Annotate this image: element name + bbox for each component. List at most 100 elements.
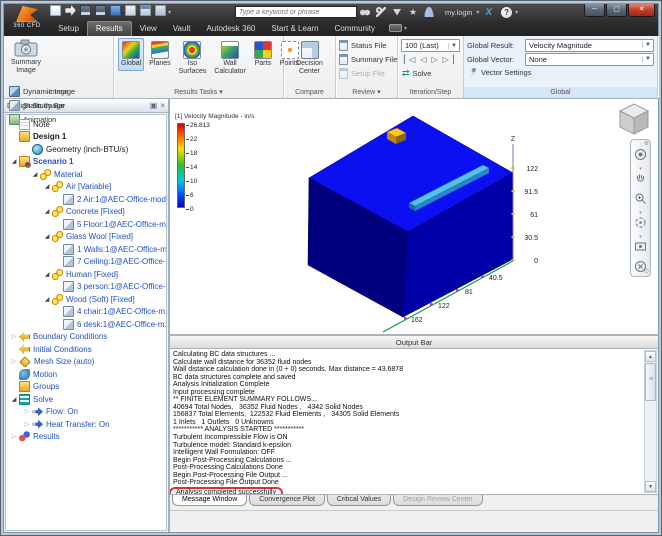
tree-item-design-1[interactable]: Design 1: [6, 131, 166, 144]
view-cube[interactable]: [617, 101, 651, 142]
open-icon[interactable]: [65, 5, 76, 16]
application-menu-button[interactable]: 360 CFD: [7, 6, 47, 34]
tree-item-mesh-size-auto[interactable]: ▷ Mesh Size (auto): [6, 356, 166, 369]
tree-item-6-desk-1-aec-office-m[interactable]: 6 desk:1@AEC-Office-m...: [6, 318, 166, 331]
collapse-arrow-icon[interactable]: ◢: [42, 208, 52, 215]
customize-icon[interactable]: [155, 5, 166, 16]
menu-overflow-arrow-icon[interactable]: ▾: [404, 25, 407, 32]
social-media-icon[interactable]: [388, 24, 402, 32]
tree-item-human-fixed[interactable]: ◢ Human [Fixed]: [6, 268, 166, 281]
tree-item-groups[interactable]: Groups: [6, 381, 166, 394]
tree-item-motion[interactable]: Motion: [6, 368, 166, 381]
tree-item-initial-conditions[interactable]: Initial Conditions: [6, 343, 166, 356]
expand-arrow-icon[interactable]: ▷: [22, 408, 32, 415]
qat-overflow-arrow-icon[interactable]: ▾: [168, 9, 171, 16]
review-group-label[interactable]: Review ▾: [336, 87, 397, 98]
float-panel-icon[interactable]: ▣: [150, 101, 158, 110]
viewport-3d[interactable]: Z 122 91.5 61 30.5 0 40.5 81 122 162 [1]…: [170, 99, 658, 335]
menu-tab-view[interactable]: View: [132, 22, 165, 36]
tree-item-geometry-inch-btu-s[interactable]: Geometry (inch-BTU/s): [6, 143, 166, 156]
exchange-apps-icon[interactable]: X: [485, 7, 492, 18]
tree-item-7-ceiling-1-aec-office[interactable]: 7 Ceiling:1@AEC-Office-...: [6, 256, 166, 269]
step-last-button[interactable]: ▷▕: [443, 55, 454, 64]
output-window[interactable]: Calculating BC data structures ... Calcul…: [170, 349, 658, 495]
output-scrollbar[interactable]: ▲ ▼: [644, 350, 657, 493]
menu-tab-start-learn[interactable]: Start & Learn: [263, 22, 326, 36]
binoculars-icon[interactable]: [360, 7, 371, 17]
vector-settings-button[interactable]: Vector Settings: [467, 66, 654, 79]
collapse-arrow-icon[interactable]: ◢: [42, 271, 52, 278]
close-button[interactable]: ✕: [628, 4, 655, 17]
redo-menu-icon[interactable]: [125, 5, 136, 16]
collapse-arrow-icon[interactable]: ◢: [9, 158, 19, 165]
zoom-dropdown-icon[interactable]: ▾: [639, 211, 642, 216]
zoom-icon[interactable]: [634, 192, 647, 210]
collapse-arrow-icon[interactable]: ◢: [42, 183, 52, 190]
save-as-icon[interactable]: [95, 5, 106, 16]
scrollbar-thumb[interactable]: [645, 363, 656, 401]
pan-icon[interactable]: [634, 172, 647, 190]
menu-tab-results[interactable]: Results: [86, 21, 132, 36]
menu-tab-setup[interactable]: Setup: [50, 22, 87, 36]
tree-item-wood-soft-fixed[interactable]: ◢ Wood (Soft) [Fixed]: [6, 293, 166, 306]
undo-menu-icon[interactable]: [110, 5, 121, 16]
expand-arrow-icon[interactable]: ▷: [9, 433, 19, 440]
step-first-button[interactable]: ▏◁: [404, 55, 415, 64]
navigation-wheel-icon[interactable]: [634, 148, 647, 166]
iteration-select[interactable]: 100 (Last) ▼: [401, 39, 460, 52]
summary-image-button[interactable]: Summary Image: [7, 38, 45, 84]
tab-message-window[interactable]: Message Window: [172, 495, 248, 506]
global-button[interactable]: Global: [118, 38, 145, 71]
maximize-button[interactable]: ▢: [606, 4, 627, 17]
expand-arrow-icon[interactable]: ▷: [9, 333, 19, 340]
new-file-icon[interactable]: [50, 5, 61, 16]
collapse-arrow-icon[interactable]: ◢: [30, 171, 40, 178]
tree-item-2-air-1-aec-office-mod[interactable]: 2 Air:1@AEC-Office-mod...: [6, 193, 166, 206]
iso-surfaces-button[interactable]: Iso Surfaces: [176, 38, 210, 79]
menu-tab-autodesk-360[interactable]: Autodesk 360: [198, 22, 263, 36]
parts-button[interactable]: Parts: [251, 38, 275, 71]
output-bar-header[interactable]: Output Bar: [170, 335, 658, 349]
minimize-button[interactable]: ─: [584, 4, 605, 17]
summary-file-button[interactable]: Summary File: [339, 52, 397, 66]
tree-item-1-walls-1-aec-office-m[interactable]: 1 Walls:1@AEC-Office-m...: [6, 243, 166, 256]
collapse-arrow-icon[interactable]: ◢: [42, 233, 52, 240]
status-icon[interactable]: [140, 5, 151, 16]
tree-item-3-person-1-aec-office[interactable]: 3 person:1@AEC-Office-...: [6, 281, 166, 294]
orbit-icon[interactable]: [634, 216, 647, 234]
star-icon[interactable]: ★: [408, 7, 418, 17]
close-panel-icon[interactable]: ×: [160, 101, 165, 110]
menu-tab-community[interactable]: Community: [327, 22, 383, 36]
solve-button[interactable]: ⇄ Solve: [401, 66, 460, 80]
tab-critical-values[interactable]: Critical Values: [326, 495, 392, 506]
navwheel-dropdown-icon[interactable]: ▾: [639, 167, 642, 172]
orbit-dropdown-icon[interactable]: ▾: [639, 235, 642, 240]
tree-item-air-variable[interactable]: ◢ Air [Variable]: [6, 181, 166, 194]
global-vector-select[interactable]: None ▼: [525, 52, 654, 66]
tree-item-heat-transfer-on[interactable]: ▷ Heat Transfer: On: [6, 418, 166, 431]
help-icon[interactable]: ?: [501, 6, 513, 18]
static-image-button[interactable]: Static Image: [9, 98, 75, 112]
wall-calculator-button[interactable]: Wall Calculator: [211, 38, 249, 79]
user-icon[interactable]: [424, 7, 435, 17]
look-at-icon[interactable]: [634, 240, 647, 258]
tree-item-4-chair-1-aec-office-m[interactable]: 4 chair:1@AEC-Office-m...: [6, 306, 166, 319]
key-icon[interactable]: [376, 7, 387, 17]
scroll-up-icon[interactable]: ▲: [645, 351, 656, 362]
tree-item-material[interactable]: ◢ Material: [6, 168, 166, 181]
expand-arrow-icon[interactable]: ▷: [22, 421, 32, 428]
search-input[interactable]: [235, 6, 358, 18]
step-back-button[interactable]: ◁: [420, 55, 426, 64]
tree-item-results[interactable]: ▷ Results: [6, 431, 166, 444]
sign-in-button[interactable]: my.login: [445, 8, 472, 17]
menu-tab-vault[interactable]: Vault: [165, 22, 199, 36]
tree-item-concrete-fixed[interactable]: ◢ Concrete [Fixed]: [6, 206, 166, 219]
help-dropdown-icon[interactable]: ▾: [515, 9, 518, 16]
tree-item-glass-wool-fixed[interactable]: ◢ Glass Wool [Fixed]: [6, 231, 166, 244]
tree-item-scenario-1[interactable]: ◢ Scenario 1: [6, 156, 166, 169]
decision-center-button[interactable]: Decision Center: [287, 38, 332, 79]
global-result-select[interactable]: Velocity Magnitude ▼: [525, 38, 654, 52]
expand-arrow-icon[interactable]: ▷: [9, 358, 19, 365]
status-file-button[interactable]: Status File: [339, 38, 394, 52]
tree-item-boundary-conditions[interactable]: ▷ Boundary Conditions: [6, 331, 166, 344]
